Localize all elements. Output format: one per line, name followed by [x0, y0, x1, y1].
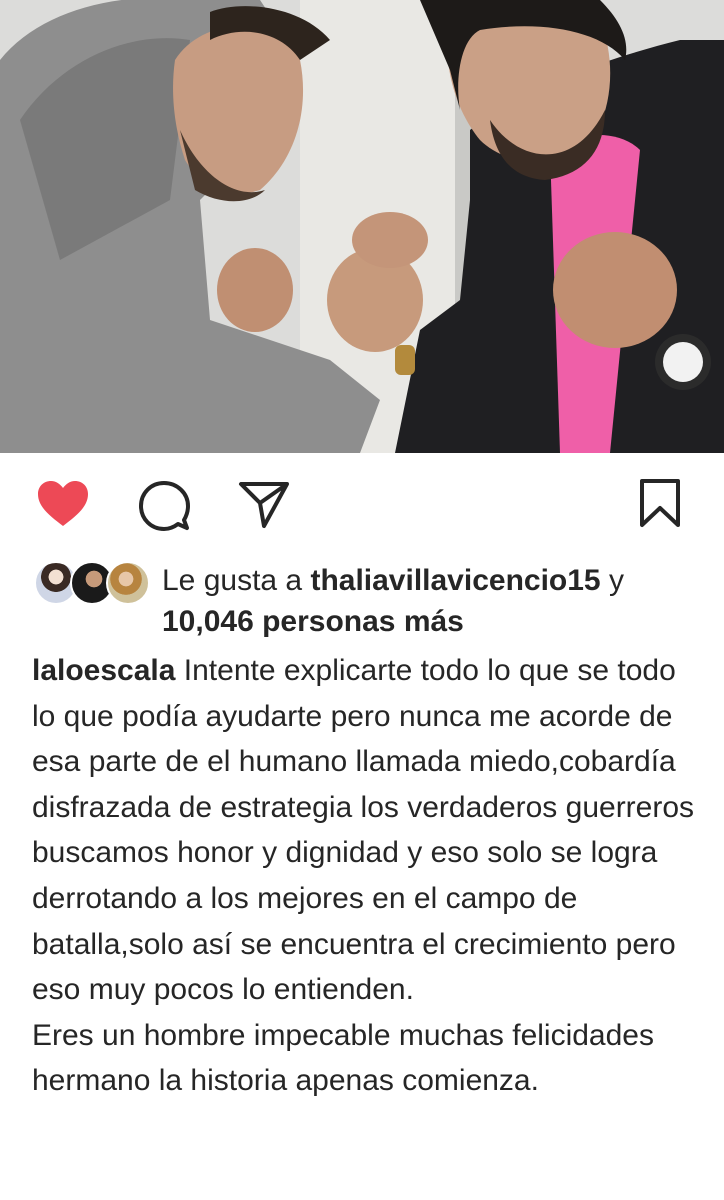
- bookmark-icon: [640, 479, 680, 527]
- post-photo-illustration: [0, 0, 724, 453]
- likes-prefix: Le gusta a: [162, 564, 311, 597]
- post-photo[interactable]: [0, 0, 724, 453]
- caption-username[interactable]: laloescala: [32, 654, 175, 687]
- paper-plane-icon: [239, 482, 289, 528]
- comment-button[interactable]: [138, 480, 190, 532]
- heart-filled-icon: [38, 481, 88, 526]
- save-button[interactable]: [638, 478, 682, 528]
- liker-username[interactable]: thaliavillavicencio15: [310, 564, 600, 597]
- likes-count[interactable]: 10,046 personas más: [162, 605, 464, 638]
- post-caption: laloescala Intente explicarte todo lo qu…: [32, 648, 702, 1104]
- likes-summary[interactable]: Le gusta a thaliavillavicencio15 y 10,04…: [162, 560, 702, 642]
- likes-connector: y: [600, 564, 624, 597]
- like-button[interactable]: [36, 480, 90, 528]
- comment-icon: [139, 481, 190, 531]
- share-button[interactable]: [238, 481, 290, 529]
- avatar: [106, 561, 150, 605]
- liker-avatars[interactable]: [34, 561, 150, 607]
- caption-text: Intente explicarte todo lo que se todo l…: [32, 654, 695, 1098]
